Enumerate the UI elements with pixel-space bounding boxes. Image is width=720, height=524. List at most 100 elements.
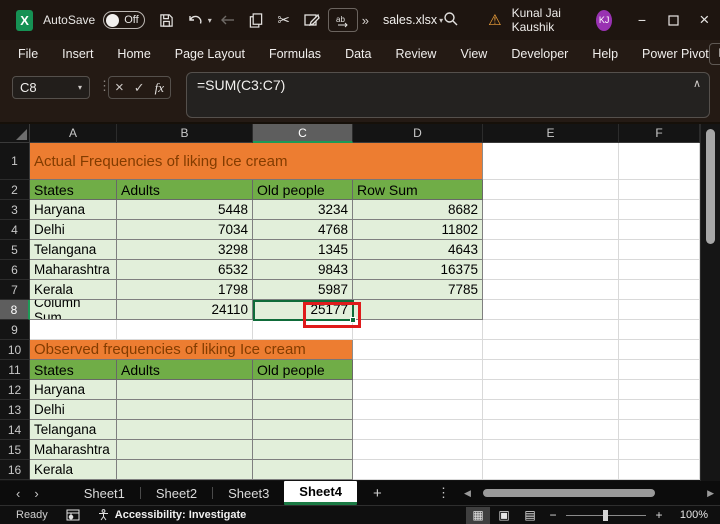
cell-A8[interactable]: Column Sum <box>30 300 117 320</box>
view-normal-icon[interactable]: ▦ <box>466 507 490 524</box>
user-avatar[interactable]: KJ <box>596 10 612 31</box>
cell-E5[interactable] <box>483 240 619 260</box>
cell-F15[interactable] <box>619 440 700 460</box>
cell-D5[interactable]: 4643 <box>353 240 483 260</box>
cell-F11[interactable] <box>619 360 700 380</box>
column-header-E[interactable]: E <box>483 124 619 143</box>
cell-D12[interactable] <box>353 380 483 400</box>
cell-F12[interactable] <box>619 380 700 400</box>
cell-B8[interactable]: 24110 <box>117 300 253 320</box>
horizontal-scrollbar[interactable]: ◀ ▶ <box>458 481 720 505</box>
hscroll-track[interactable] <box>477 481 701 505</box>
column-header-D[interactable]: D <box>353 124 483 143</box>
cell-A14[interactable]: Telangana <box>30 420 117 440</box>
ribbon-tab-developer[interactable]: Developer <box>511 47 568 61</box>
cell-E11[interactable] <box>483 360 619 380</box>
zoom-level[interactable]: 100% <box>670 509 708 521</box>
cell-B7[interactable]: 1798 <box>117 280 253 300</box>
ribbon-tab-data[interactable]: Data <box>345 47 371 61</box>
row-header-5[interactable]: 5 <box>0 240 30 260</box>
cell-D7[interactable]: 7785 <box>353 280 483 300</box>
row-header-9[interactable]: 9 <box>0 320 30 340</box>
cell-D16[interactable] <box>353 460 483 480</box>
cell-F16[interactable] <box>619 460 700 480</box>
row-header-12[interactable]: 12 <box>0 380 30 400</box>
cell-F3[interactable] <box>619 200 700 220</box>
cancel-entry-icon[interactable]: × <box>115 79 124 96</box>
cell-B6[interactable]: 6532 <box>117 260 253 280</box>
zoom-in-button[interactable]: + <box>650 508 668 522</box>
view-page-break-icon[interactable]: ▤ <box>518 507 542 524</box>
cell-C12[interactable] <box>253 380 353 400</box>
cell-E14[interactable] <box>483 420 619 440</box>
row-header-4[interactable]: 4 <box>0 220 30 240</box>
cell-F13[interactable] <box>619 400 700 420</box>
sheet-tab-sheet4[interactable]: Sheet4 <box>284 481 357 505</box>
minimize-button[interactable]: − <box>626 0 657 40</box>
cell-B13[interactable] <box>117 400 253 420</box>
add-sheet-button[interactable]: + <box>357 481 398 505</box>
cell-C13[interactable] <box>253 400 353 420</box>
cell-C4[interactable]: 4768 <box>253 220 353 240</box>
undo-chevron-icon[interactable]: ▾ <box>208 16 212 25</box>
cell-E12[interactable] <box>483 380 619 400</box>
cell-B9[interactable] <box>117 320 253 340</box>
cell-C9[interactable] <box>253 320 353 340</box>
column-header-C[interactable]: C <box>253 124 353 143</box>
cell-E10[interactable] <box>483 340 619 360</box>
collapse-formula-bar-icon[interactable]: ∧ <box>693 77 701 90</box>
cell-E9[interactable] <box>483 320 619 340</box>
row-header-3[interactable]: 3 <box>0 200 30 220</box>
cell-E16[interactable] <box>483 460 619 480</box>
cell-E7[interactable] <box>483 280 619 300</box>
zoom-slider[interactable] <box>566 508 646 522</box>
row-header-7[interactable]: 7 <box>0 280 30 300</box>
cell-E4[interactable] <box>483 220 619 240</box>
cell-C8[interactable]: 25177 <box>253 300 353 320</box>
cell-B16[interactable] <box>117 460 253 480</box>
cell-C11[interactable]: Old people <box>253 360 353 380</box>
cell-A9[interactable] <box>30 320 117 340</box>
sheet-tabs-more-icon[interactable]: ⋮ <box>429 481 458 505</box>
autosave-toggle[interactable]: Off <box>103 11 144 29</box>
cell-D10[interactable] <box>353 340 483 360</box>
cell-A4[interactable]: Delhi <box>30 220 117 240</box>
ribbon-tab-home[interactable]: Home <box>117 47 150 61</box>
row-header-6[interactable]: 6 <box>0 260 30 280</box>
cell-B2[interactable]: Adults <box>117 180 253 200</box>
cell-F10[interactable] <box>619 340 700 360</box>
cell-A1[interactable]: Actual Frequencies of liking Ice cream <box>30 143 483 180</box>
accessibility-status[interactable]: Accessibility: Investigate <box>115 509 246 521</box>
ribbon-tab-page-layout[interactable]: Page Layout <box>175 47 245 61</box>
ribbon-tab-power-pivot[interactable]: Power Pivot <box>642 47 709 61</box>
cell-A6[interactable]: Maharashtra <box>30 260 117 280</box>
warning-icon[interactable]: ⚠ <box>488 11 501 29</box>
cell-D6[interactable]: 16375 <box>353 260 483 280</box>
cell-D9[interactable] <box>353 320 483 340</box>
zoom-slider-thumb[interactable] <box>603 510 608 521</box>
accessibility-icon[interactable] <box>98 509 109 521</box>
cell-E3[interactable] <box>483 200 619 220</box>
cell-A12[interactable]: Haryana <box>30 380 117 400</box>
row-header-8[interactable]: 8 <box>0 300 30 320</box>
cell-F9[interactable] <box>619 320 700 340</box>
cell-B14[interactable] <box>117 420 253 440</box>
cell-F6[interactable] <box>619 260 700 280</box>
cell-A5[interactable]: Telangana <box>30 240 117 260</box>
save-icon[interactable] <box>155 8 179 32</box>
row-header-14[interactable]: 14 <box>0 420 30 440</box>
cell-D2[interactable]: Row Sum <box>353 180 483 200</box>
column-header-B[interactable]: B <box>117 124 253 143</box>
sheet-nav-left-icon[interactable]: ‹ <box>16 486 20 501</box>
cell-C7[interactable]: 5987 <box>253 280 353 300</box>
column-header-A[interactable]: A <box>30 124 117 143</box>
ribbon-tab-formulas[interactable]: Formulas <box>269 47 321 61</box>
row-header-11[interactable]: 11 <box>0 360 30 380</box>
insert-function-icon[interactable]: fx <box>155 80 164 96</box>
find-replace-icon[interactable]: ab <box>328 8 358 32</box>
cell-D13[interactable] <box>353 400 483 420</box>
cell-E13[interactable] <box>483 400 619 420</box>
cell-A13[interactable]: Delhi <box>30 400 117 420</box>
cell-E6[interactable] <box>483 260 619 280</box>
ribbon-tab-help[interactable]: Help <box>592 47 618 61</box>
